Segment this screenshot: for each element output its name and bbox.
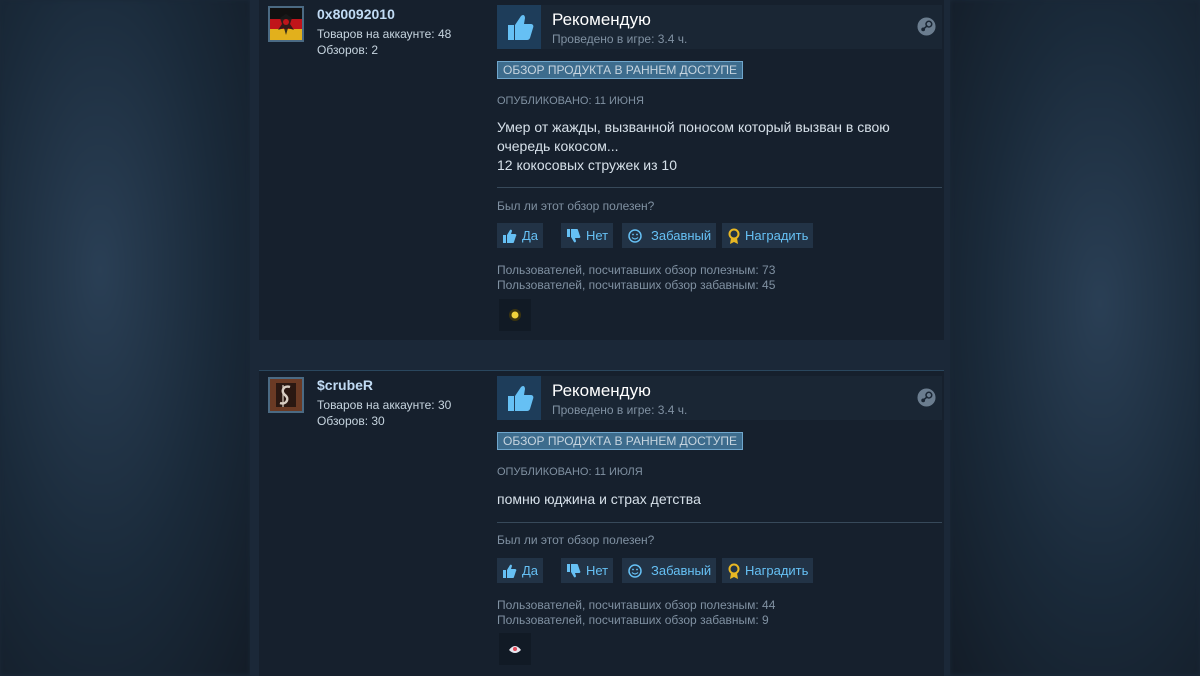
- early-access-badge: ОБЗОР ПРОДУКТА В РАННЕМ ДОСТУПЕ: [497, 432, 743, 450]
- vote-title: Рекомендую: [552, 381, 651, 400]
- helpful-question: Был ли этот обзор полезен?: [497, 533, 655, 547]
- background-right: [950, 0, 1200, 675]
- award-button[interactable]: Наградить: [722, 223, 814, 248]
- helpful-count: Пользователей, посчитавших обзор полезны…: [497, 598, 776, 612]
- vote-no-button[interactable]: Нет: [561, 223, 614, 248]
- avatar[interactable]: [268, 377, 304, 413]
- review-card: $crubeR Товаров на аккаунте: 30 Обзоров:…: [259, 370, 944, 676]
- award-label: Наградить: [745, 563, 809, 578]
- vote-header[interactable]: Рекомендую Проведено в игре: 3.4 ч.: [497, 376, 942, 420]
- review-text-line: очередь кокосом...: [497, 138, 619, 154]
- received-award-icon[interactable]: [499, 633, 531, 665]
- background-left: [0, 0, 250, 675]
- thumbs-up-icon: [503, 229, 517, 243]
- posted-date: ОПУБЛИКОВАНО: 11 ИЮЛЯ: [497, 466, 643, 478]
- smiley-icon: [628, 228, 642, 243]
- author-reviews-count[interactable]: Обзоров: 30: [317, 414, 385, 428]
- award-ribbon-icon: [728, 563, 740, 579]
- vote-title: Рекомендую: [552, 10, 651, 29]
- vote-yes-label: Да: [522, 228, 539, 243]
- vote-yes-button[interactable]: Да: [497, 223, 544, 248]
- playtime: Проведено в игре: 3.4 ч.: [552, 32, 688, 46]
- vote-funny-label: Забавный: [651, 563, 712, 578]
- reviews-column: 0x80092010 Товаров на аккаунте: 48 Обзор…: [250, 0, 950, 676]
- author-name[interactable]: 0x80092010: [317, 6, 395, 22]
- vote-funny-button[interactable]: Забавный: [622, 558, 717, 583]
- vote-funny-label: Забавный: [651, 228, 712, 243]
- review-text-line: помню юджина и страх детства: [497, 491, 701, 507]
- posted-date: ОПУБЛИКОВАНО: 11 ИЮНЯ: [497, 95, 644, 107]
- author-products-count[interactable]: Товаров на аккаунте: 30: [317, 398, 451, 412]
- review-text-line: Умер от жажды, вызванной поносом который…: [497, 119, 890, 135]
- vote-no-label: Нет: [586, 563, 609, 578]
- early-access-badge: ОБЗОР ПРОДУКТА В РАННЕМ ДОСТУПЕ: [497, 61, 743, 79]
- review-text-line: 12 кокосовых стружек из 10: [497, 157, 677, 173]
- thumbs-up-icon: [503, 564, 517, 578]
- vote-funny-button[interactable]: Забавный: [622, 223, 717, 248]
- thumbs-down-icon: [567, 228, 581, 242]
- vote-no-label: Нет: [586, 228, 609, 243]
- award-button[interactable]: Наградить: [722, 558, 814, 583]
- vote-yes-button[interactable]: Да: [497, 558, 544, 583]
- vote-yes-label: Да: [522, 563, 539, 578]
- vote-no-button[interactable]: Нет: [561, 558, 614, 583]
- thumbs-up-icon: [497, 5, 541, 49]
- steam-icon: [917, 17, 936, 36]
- avatar[interactable]: [268, 6, 304, 42]
- funny-count: Пользователей, посчитавших обзор забавны…: [497, 613, 769, 627]
- review-card: 0x80092010 Товаров на аккаунте: 48 Обзор…: [259, 0, 944, 340]
- thumbs-down-icon: [567, 563, 581, 577]
- divider: [497, 522, 942, 523]
- helpful-question: Был ли этот обзор полезен?: [497, 199, 655, 213]
- review-content: помню юджина и страх детства: [497, 490, 937, 509]
- award-ribbon-icon: [728, 228, 740, 244]
- vote-header[interactable]: Рекомендую Проведено в игре: 3.4 ч.: [497, 5, 942, 49]
- thumbs-up-icon: [497, 376, 541, 420]
- helpful-count: Пользователей, посчитавших обзор полезны…: [497, 263, 776, 277]
- playtime: Проведено в игре: 3.4 ч.: [552, 403, 688, 417]
- divider: [497, 187, 942, 188]
- author-name[interactable]: $crubeR: [317, 377, 373, 393]
- author-products-count[interactable]: Товаров на аккаунте: 48: [317, 27, 451, 41]
- review-content: Умер от жажды, вызванной поносом который…: [497, 118, 937, 175]
- steam-icon: [917, 388, 936, 407]
- award-label: Наградить: [745, 228, 809, 243]
- review-separator: [259, 340, 944, 370]
- smiley-icon: [628, 563, 642, 578]
- received-award-icon[interactable]: [499, 299, 531, 331]
- author-reviews-count[interactable]: Обзоров: 2: [317, 43, 378, 57]
- funny-count: Пользователей, посчитавших обзор забавны…: [497, 278, 776, 292]
